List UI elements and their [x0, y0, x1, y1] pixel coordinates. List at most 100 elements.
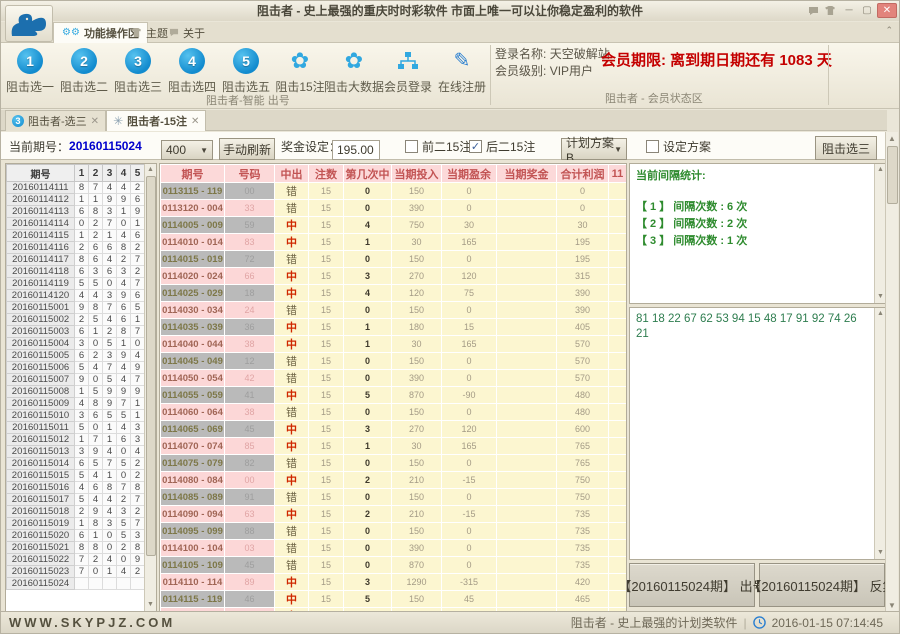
history-row[interactable]: 2016011502370142	[7, 566, 145, 578]
history-row[interactable]: 2016011502061053	[7, 530, 145, 542]
history-row[interactable]: 2016011500562394	[7, 350, 145, 362]
plan-row[interactable]: 0114035 - 03936中15118015405	[161, 319, 627, 336]
history-row[interactable]: 2016011500654749	[7, 362, 145, 374]
history-row[interactable]: 2016011501918357	[7, 518, 145, 530]
plan-row[interactable]: 0114050 - 05442错1503900570	[161, 370, 627, 387]
scroll-up-icon[interactable]: ▲	[877, 308, 884, 320]
history-scrollbar[interactable]: ▲ ▼	[144, 164, 156, 611]
scroll-down-icon[interactable]: ▼	[877, 291, 884, 303]
plan-row[interactable]: 0114025 - 02918中15412075390	[161, 285, 627, 302]
plan-row[interactable]: 0114095 - 09988错1501500735	[161, 523, 627, 540]
range-dropdown[interactable]: 400 ▼	[161, 140, 213, 160]
ribbon-button-9[interactable]: ✎在线注册	[435, 45, 489, 107]
history-row[interactable]: 2016011501754427	[7, 494, 145, 506]
plan-row[interactable]: 0114015 - 01972错1501500195	[161, 251, 627, 268]
tab-zuji-15zhu[interactable]: ✳ 阻击者-15注 ✕	[106, 110, 206, 131]
back-15-checkbox[interactable]: ✓ 后二15注	[469, 132, 535, 160]
history-row[interactable]: 2016011501339404	[7, 446, 145, 458]
prize-input[interactable]: 195.00	[332, 140, 380, 160]
minimize-button[interactable]: ─	[841, 3, 857, 18]
zuji-xuansan-button[interactable]: 阻击选三	[815, 136, 877, 160]
plan-row[interactable]: 0114115 - 11946中15515045465	[161, 591, 627, 608]
output-numbers-panel[interactable]: 81 18 22 67 62 53 94 15 48 17 91 92 74 2…	[629, 307, 887, 560]
ribbon-button-1[interactable]: 1阻击选一	[3, 45, 57, 107]
history-row[interactable]: 2016011501036551	[7, 410, 145, 422]
ribbon-button-8[interactable]: 会员登录	[381, 45, 435, 107]
history-row[interactable]: 2016011500361287	[7, 326, 145, 338]
history-row[interactable]: 2016011411626682	[7, 242, 145, 254]
plan-row[interactable]: 0113115 - 11900错15015000	[161, 183, 627, 200]
scrollbar-thumb[interactable]	[146, 176, 156, 556]
scrollbar-thumb[interactable]	[887, 146, 898, 204]
plan-row[interactable]: 0114060 - 06438错1501500480	[161, 404, 627, 421]
history-row[interactable]: 2016011501150143	[7, 422, 145, 434]
set-scheme-checkbox[interactable]: 设定方案	[646, 132, 711, 160]
history-row[interactable]: 2016011411187442	[7, 182, 145, 194]
plan-row[interactable]: 0114105 - 10945错1508700735	[161, 557, 627, 574]
tab-close-icon[interactable]: ✕	[91, 116, 99, 127]
plan-row[interactable]: 0113120 - 00433错15039000	[161, 200, 627, 217]
plan-row[interactable]: 0114065 - 06945中153270120600	[161, 421, 627, 438]
ribbon-button-2[interactable]: 2阻击选二	[57, 45, 111, 107]
history-row[interactable]: 2016011411955047	[7, 278, 145, 290]
history-row[interactable]: 2016011502188028	[7, 542, 145, 554]
history-row[interactable]: 2016011501554102	[7, 470, 145, 482]
scroll-up-icon[interactable]: ▲	[888, 132, 896, 146]
history-row[interactable]: 2016011411863632	[7, 266, 145, 278]
theme-icon-button[interactable]	[823, 3, 839, 18]
history-row[interactable]: 2016011500430510	[7, 338, 145, 350]
plan-row[interactable]: 0114010 - 01483中15130165195	[161, 234, 627, 251]
maximize-button[interactable]: ▢	[859, 3, 875, 18]
ribbon-collapse-icon[interactable]: ⌃	[885, 25, 893, 36]
feedback-icon[interactable]	[805, 3, 821, 18]
history-row[interactable]: 2016011411211996	[7, 194, 145, 206]
history-row[interactable]: 2016011501217163	[7, 434, 145, 446]
tab-zuji-xuansan[interactable]: 3 阻击者-选三 ✕	[5, 110, 106, 131]
history-row[interactable]: 2016011411402701	[7, 218, 145, 230]
plan-row[interactable]: 0114040 - 04438中15130165570	[161, 336, 627, 353]
history-row[interactable]: 2016011411512146	[7, 230, 145, 242]
plan-scheme-dropdown[interactable]: 计划方案B ▼	[561, 138, 627, 160]
scroll-down-icon[interactable]: ▼	[147, 599, 154, 611]
plan-row[interactable]: 0114085 - 08991错1501500750	[161, 489, 627, 506]
plan-row[interactable]: 0114045 - 04912错1501500570	[161, 353, 627, 370]
history-row[interactable]: 2016011500815999	[7, 386, 145, 398]
plan-row[interactable]: 0114110 - 11489中1531290-315420	[161, 574, 627, 591]
close-button[interactable]: ✕	[877, 3, 897, 18]
history-row[interactable]: 2016011501465752	[7, 458, 145, 470]
tab-close-icon[interactable]: ✕	[191, 116, 199, 127]
history-row[interactable]: 2016011411368319	[7, 206, 145, 218]
history-row[interactable]: 2016011502272409	[7, 554, 145, 566]
plan-row[interactable]: 0114090 - 09463中152210-15735	[161, 506, 627, 523]
history-row[interactable]: 2016011500225461	[7, 314, 145, 326]
manual-refresh-button[interactable]: 手动刷新	[219, 138, 275, 160]
scroll-down-icon[interactable]: ▼	[877, 547, 884, 559]
history-row[interactable]: 2016011500198765	[7, 302, 145, 314]
draw-number-button[interactable]: 【20160115024期】 出号	[629, 563, 755, 607]
reverse-collect-button[interactable]: 【20160115024期】 反集	[759, 563, 885, 607]
plan-row[interactable]: 0114020 - 02466中153270120315	[161, 268, 627, 285]
title-bar[interactable]: 阻击者 - 史上最强的重庆时时彩软件 市面上唯一可以让你稳定盈利的软件 ─ ▢ …	[1, 1, 899, 21]
plan-row[interactable]: 0114070 - 07485中15130165765	[161, 438, 627, 455]
history-row[interactable]: 2016011412044396	[7, 290, 145, 302]
history-row[interactable]: 2016011500948971	[7, 398, 145, 410]
plan-row[interactable]: 0114100 - 10403错1503900735	[161, 540, 627, 557]
menu-tab-about[interactable]: 关于	[161, 22, 213, 43]
history-row[interactable]: 2016011500790547	[7, 374, 145, 386]
history-row[interactable]: 20160115024	[7, 578, 145, 590]
history-row[interactable]: 2016011501646878	[7, 482, 145, 494]
history-row[interactable]: 2016011411786427	[7, 254, 145, 266]
plan-row[interactable]: 0114055 - 05941中155870-90480	[161, 387, 627, 404]
window-scrollbar[interactable]: ▲ ▼	[885, 132, 898, 613]
front-15-checkbox[interactable]: 前二15注	[405, 132, 471, 160]
plan-row[interactable]: 0114075 - 07982错1501500765	[161, 455, 627, 472]
scroll-up-icon[interactable]: ▲	[147, 164, 154, 176]
scroll-up-icon[interactable]: ▲	[877, 164, 884, 176]
plan-row[interactable]: 0114005 - 00959中1547503030	[161, 217, 627, 234]
app-menu-button[interactable]	[5, 5, 53, 42]
plan-row[interactable]: 0114030 - 03424错1501500390	[161, 302, 627, 319]
plan-row[interactable]: 0114080 - 08400中152210-15750	[161, 472, 627, 489]
history-row[interactable]: 2016011501829432	[7, 506, 145, 518]
ribbon-button-3[interactable]: 3阻击选三	[111, 45, 165, 107]
ribbon-button-7[interactable]: ✿阻击大数据	[327, 45, 381, 107]
